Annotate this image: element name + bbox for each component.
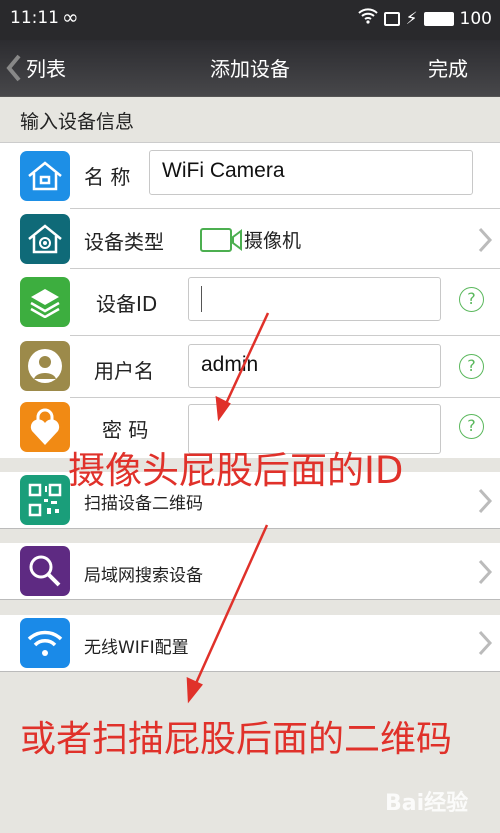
annotation-qr-note: 或者扫描屁股后面的二维码 — [20, 719, 453, 760]
arrow-to-id — [215, 312, 270, 422]
arrow-to-qr — [186, 524, 269, 704]
annotation-id-note: 摄像头屁股后面的ID — [68, 449, 404, 492]
annotation-arrows — [186, 312, 270, 704]
baidu-watermark: Bai经验 — [385, 791, 469, 816]
